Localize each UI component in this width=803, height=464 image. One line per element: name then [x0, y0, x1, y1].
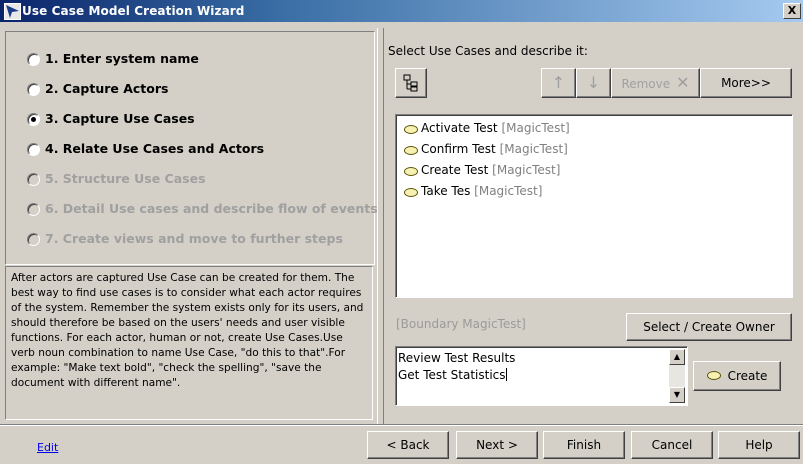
move-down-button[interactable]: ↓ — [576, 68, 611, 98]
radio-button — [27, 203, 40, 216]
use-case-list[interactable]: Activate Test [MagicTest] Confirm Test [… — [395, 114, 793, 298]
text-line: Get Test Statistics — [398, 367, 685, 384]
help-button[interactable]: Help — [718, 431, 800, 459]
app-icon — [4, 3, 21, 20]
step-label: 4. Relate Use Cases and Actors — [45, 141, 265, 156]
text-line-content: Get Test Statistics — [398, 368, 506, 382]
use-case-icon — [404, 188, 418, 197]
radio-dot — [31, 117, 36, 122]
text-line: Review Test Results — [398, 351, 516, 365]
pane-splitter[interactable] — [377, 28, 384, 424]
scroll-down-arrow-icon[interactable]: ▼ — [669, 387, 685, 403]
remove-button[interactable]: Remove ✕ — [611, 68, 700, 98]
window-title: Use Case Model Creation Wizard — [22, 4, 245, 18]
remove-label: Remove — [621, 77, 671, 91]
title-bar[interactable]: Use Case Model Creation Wizard X — [0, 0, 803, 22]
use-case-owner: [MagicTest] — [499, 142, 568, 156]
use-case-name: Take Tes — [421, 184, 471, 198]
use-case-icon — [404, 125, 418, 134]
wizard-window: Use Case Model Creation Wizard X 1. Ente… — [0, 0, 803, 464]
step-label: 7. Create views and move to further step… — [45, 231, 343, 246]
use-case-owner: [MagicTest] — [501, 121, 570, 135]
back-button[interactable]: < Back — [367, 431, 449, 459]
remove-x-icon: ✕ — [676, 73, 690, 92]
radio-button[interactable] — [27, 143, 40, 156]
move-up-button[interactable]: ↑ — [541, 68, 576, 98]
tree-view-button[interactable] — [395, 68, 427, 98]
steps-panel: 1. Enter system name 2. Capture Actors 3… — [5, 31, 378, 265]
use-case-owner: [MagicTest] — [474, 184, 543, 198]
close-button[interactable]: X — [783, 3, 801, 19]
section-title: Select Use Cases and describe it: — [388, 44, 588, 58]
create-button[interactable]: Create — [693, 361, 781, 391]
step-label: 2. Capture Actors — [45, 81, 169, 96]
step-label: 6. Detail Use cases and describe flow of… — [45, 201, 378, 216]
new-use-case-names-input[interactable]: Review Test Results Get Test Statistics … — [395, 346, 688, 406]
vertical-scrollbar[interactable]: ▲ ▼ — [669, 349, 685, 403]
use-case-owner: [MagicTest] — [492, 163, 561, 177]
radio-button[interactable] — [27, 83, 40, 96]
use-case-name: Create Test — [421, 163, 489, 177]
step-description: After actors are captured Use Case can b… — [5, 266, 373, 420]
tree-view-icon — [403, 74, 418, 92]
more-button[interactable]: More>> — [700, 68, 792, 98]
step-label: 5. Structure Use Cases — [45, 171, 206, 186]
use-case-icon — [404, 167, 418, 176]
radio-button — [27, 173, 40, 186]
finish-button[interactable]: Finish — [543, 431, 625, 459]
use-case-icon — [404, 146, 418, 155]
step-label: 3. Capture Use Cases — [45, 111, 195, 126]
radio-button[interactable] — [27, 53, 40, 66]
next-button[interactable]: Next > — [456, 431, 538, 459]
radio-button — [27, 233, 40, 246]
select-create-owner-button[interactable]: Select / Create Owner — [626, 313, 792, 341]
owner-label: [Boundary MagicTest] — [396, 317, 526, 331]
cancel-button[interactable]: Cancel — [631, 431, 713, 459]
use-case-name: Confirm Test — [421, 142, 496, 156]
radio-button-selected[interactable] — [27, 113, 40, 126]
use-case-name: Activate Test — [421, 121, 498, 135]
scroll-up-arrow-icon[interactable]: ▲ — [669, 349, 685, 365]
edit-link[interactable]: Edit — [37, 441, 58, 454]
step-label: 1. Enter system name — [45, 51, 199, 66]
text-caret — [505, 368, 507, 381]
create-label: Create — [727, 369, 768, 383]
footer-divider — [0, 424, 803, 426]
use-case-icon — [706, 371, 721, 380]
